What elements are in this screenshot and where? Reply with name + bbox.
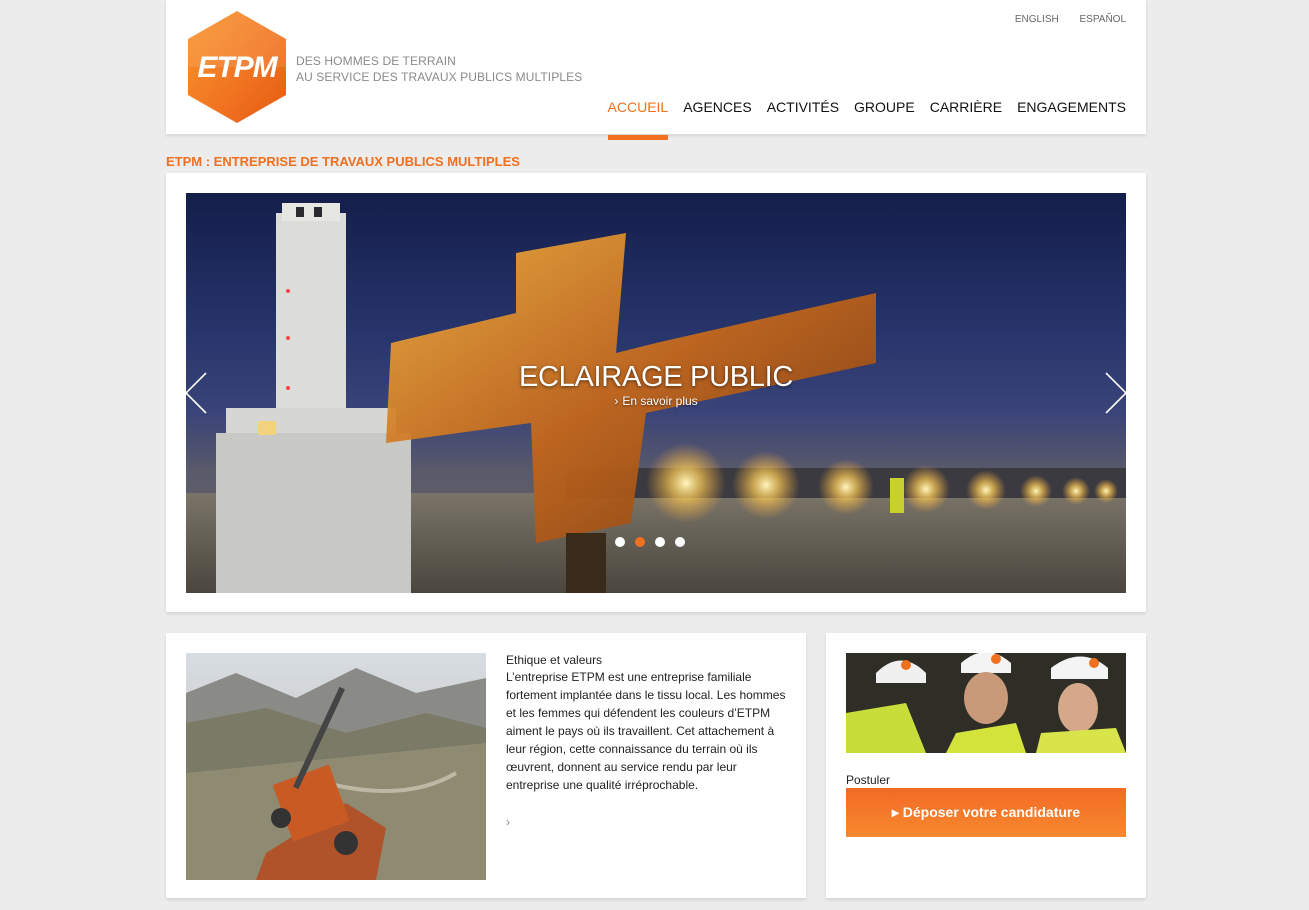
slide-title: ECLAIRAGE PUBLIC [518, 361, 793, 393]
nav-agences[interactable]: AGENCES [683, 99, 751, 140]
tagline-line-1: DES HOMMES DE TERRAIN [296, 54, 456, 68]
section-title: ETPM : ENTREPRISE DE TRAVAUX PUBLICS MUL… [166, 154, 520, 169]
nav-carriere[interactable]: CARRIÈRE [930, 99, 1002, 140]
main-nav: ACCUEIL AGENCES ACTIVITÉS GROUPE CARRIÈR… [593, 99, 1126, 140]
career-panel: Postuler ▸ Déposer votre candidature [826, 633, 1146, 898]
svg-text:ETPM: ETPM [197, 51, 278, 84]
slider-dot-2[interactable] [635, 537, 645, 547]
tagline: DES HOMMES DE TERRAIN AU SERVICE DES TRA… [296, 53, 582, 85]
slider-dot-4[interactable] [675, 537, 685, 547]
nav-engagements[interactable]: ENGAGEMENTS [1017, 99, 1126, 140]
chevron-right-icon: › [506, 815, 510, 829]
apply-button[interactable]: ▸ Déposer votre candidature [846, 788, 1126, 837]
drilling-machine-image [186, 653, 486, 880]
chevron-right-icon: › [614, 394, 619, 408]
nav-activites[interactable]: ACTIVITÉS [767, 99, 839, 140]
nav-accueil[interactable]: ACCUEIL [607, 99, 668, 140]
workers-helmets-image [846, 653, 1126, 753]
ethics-heading: Ethique et valeurs [506, 653, 603, 667]
ethics-panel: Ethique et valeurs L’entreprise ETPM est… [166, 633, 806, 898]
slider-prev-arrow[interactable] [184, 371, 208, 415]
lang-espanol[interactable]: ESPAÑOL [1080, 14, 1127, 25]
ethics-body: L’entreprise ETPM est une entreprise fam… [506, 670, 786, 792]
slider-dot-3[interactable] [655, 537, 665, 547]
site-header: ETPM DES HOMMES DE TERRAIN AU SERVICE DE… [166, 0, 1146, 140]
language-switcher: ENGLISH ESPAÑOL [997, 14, 1126, 25]
nav-groupe[interactable]: GROUPE [854, 99, 915, 140]
tagline-line-2: AU SERVICE DES TRAVAUX PUBLICS MULTIPLES [296, 70, 583, 84]
ethics-more-link[interactable]: › [506, 815, 510, 829]
etpm-logo[interactable]: ETPM [185, 9, 289, 125]
slide-more-link[interactable]: › En savoir plus [166, 394, 1146, 408]
slider-panel: ECLAIRAGE PUBLIC › En savoir plus [166, 173, 1146, 612]
slider-next-arrow[interactable] [1104, 371, 1128, 415]
slider-dots [615, 537, 695, 547]
slide-link-label: En savoir plus [622, 394, 698, 408]
slider-dot-1[interactable] [615, 537, 625, 547]
lang-english[interactable]: ENGLISH [1015, 14, 1059, 25]
career-label: Postuler [846, 773, 891, 787]
ethics-text-block: Ethique et valeurs L’entreprise ETPM est… [506, 653, 788, 794]
